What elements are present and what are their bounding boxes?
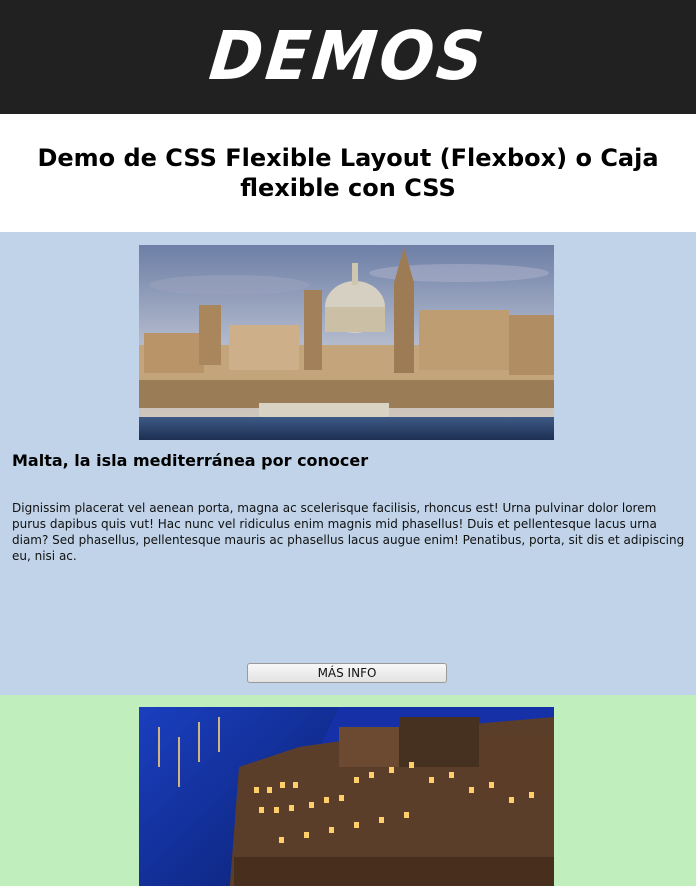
porto-photo xyxy=(139,707,554,886)
more-info-button[interactable]: MÁS INFO xyxy=(247,663,447,683)
card-heading: Malta, la isla mediterránea por conocer xyxy=(12,451,369,470)
card-text: Dignissim placerat vel aenean porta, mag… xyxy=(12,501,685,563)
malta-photo xyxy=(139,245,554,440)
card-porto xyxy=(0,695,696,886)
site-logo[interactable]: DEMOS xyxy=(206,18,490,96)
title-section: Demo de CSS Flexible Layout (Flexbox) o … xyxy=(0,114,696,232)
card-malta: Malta, la isla mediterránea por conocer … xyxy=(0,232,696,695)
site-header: DEMOS xyxy=(0,0,696,114)
page-title: Demo de CSS Flexible Layout (Flexbox) o … xyxy=(37,144,659,202)
